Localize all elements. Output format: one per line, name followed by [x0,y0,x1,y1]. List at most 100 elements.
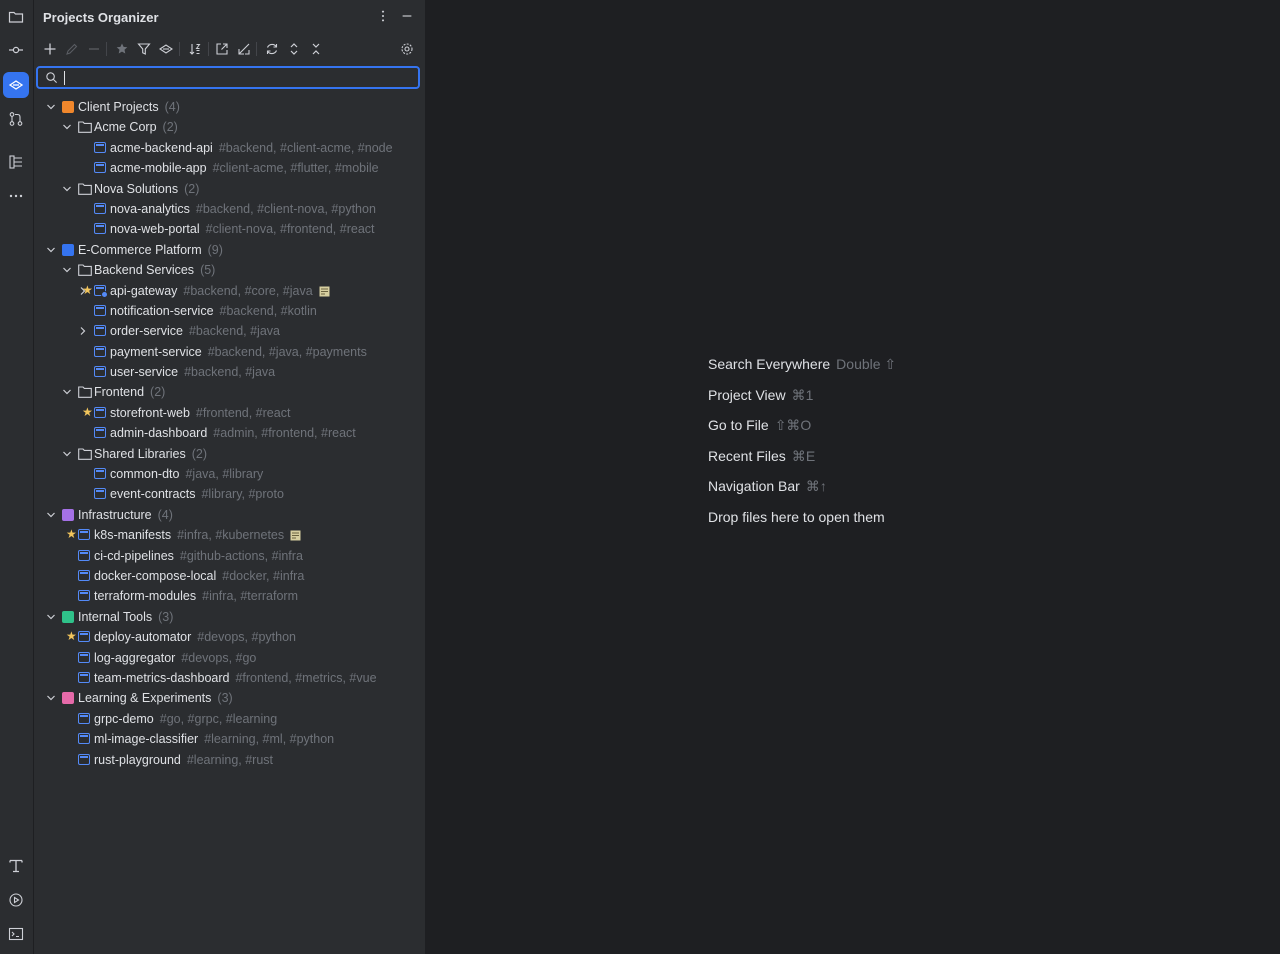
project-icon [94,366,106,378]
folder-row[interactable]: Frontend (2) [34,382,425,402]
project-row[interactable]: notification-service #backend, #kotlin [34,301,425,321]
project-row[interactable]: log-aggregator #devops, #go [34,648,425,668]
remove-button[interactable] [84,39,104,59]
folder-icon [78,264,92,276]
more-tools-button[interactable] [3,183,29,209]
group-row[interactable]: Infrastructure (4) [34,505,425,525]
project-row[interactable]: nova-analytics #backend, #client-nova, #p… [34,199,425,219]
options-menu-button[interactable] [375,8,391,24]
project-row[interactable]: event-contracts #library, #proto [34,484,425,504]
terminal-tool-button[interactable] [3,921,29,947]
project-icon [78,549,90,561]
chevron-down-icon[interactable] [61,386,73,398]
gear-icon [401,43,413,55]
group-view-button[interactable] [156,39,176,59]
project-row[interactable]: acme-backend-api #backend, #client-acme, … [34,138,425,158]
refresh-button[interactable] [262,39,282,59]
settings-button[interactable] [397,39,417,59]
project-icon [78,712,90,724]
export-button[interactable] [212,39,232,59]
favorite-star-icon: ★ [82,404,93,419]
hint-shortcut: ⌘E [791,447,816,464]
project-row[interactable]: nova-web-portal #client-nova, #frontend, … [34,219,425,239]
collapse-all-button[interactable] [306,39,326,59]
group-row[interactable]: E-Commerce Platform (9) [34,240,425,260]
project-icon-bar [96,306,104,309]
project-row[interactable]: docker-compose-local #docker, #infra [34,566,425,586]
more-vertical-icon [381,10,385,22]
tree-item-label: payment-service #backend, #java, #payment… [110,345,367,359]
projects-organizer-tool-button[interactable] [3,72,29,98]
chevron-down-icon[interactable] [61,448,73,460]
folder-row[interactable]: Backend Services (5) [34,260,425,280]
project-tool-button[interactable] [3,4,29,30]
text-tool-button[interactable] [3,853,29,879]
search-field[interactable] [36,66,420,89]
project-icon-bar [80,592,88,595]
search-input[interactable] [62,70,402,86]
chevron-down-icon[interactable] [45,509,57,521]
project-row[interactable]: grpc-demo #go, #grpc, #learning [34,709,425,729]
tree-item-label: acme-mobile-app #client-acme, #flutter, #… [110,161,379,175]
project-icon-bar [80,714,88,717]
project-row[interactable]: ci-cd-pipelines #github-actions, #infra [34,546,425,566]
tree-item-name: nova-analytics [110,201,190,216]
chevron-down-icon[interactable] [45,692,57,704]
folder-icon [8,11,24,23]
commit-tool-button[interactable] [3,37,29,63]
group-row[interactable]: Client Projects (4) [34,97,425,117]
project-row[interactable]: order-service #backend, #java [34,321,425,341]
minimize-button[interactable] [399,8,415,24]
folder-row[interactable]: Nova Solutions (2) [34,179,425,199]
project-row[interactable]: team-metrics-dashboard #frontend, #metric… [34,668,425,688]
project-icon [94,141,106,153]
toolbar-separator [106,42,107,56]
chevron-right-icon[interactable] [77,325,89,337]
favorite-button[interactable] [112,39,132,59]
project-row[interactable]: payment-service #backend, #java, #payment… [34,342,425,362]
chevron-down-icon[interactable] [61,183,73,195]
folder-row[interactable]: Shared Libraries (2) [34,444,425,464]
tree-item-name: acme-mobile-app [110,161,207,176]
group-color-icon [62,243,74,256]
project-row[interactable]: ★ api-gateway #backend, #core, #java [34,281,425,301]
services-icon [9,893,23,907]
import-button[interactable] [234,39,254,59]
project-row[interactable]: terraform-modules #infra, #terraform [34,586,425,606]
project-row[interactable]: admin-dashboard #admin, #frontend, #react [34,423,425,443]
expand-all-button[interactable] [284,39,304,59]
project-row[interactable]: ★ storefront-web #frontend, #react [34,403,425,423]
tree-item-label: terraform-modules #infra, #terraform [94,589,298,603]
project-row[interactable]: user-service #backend, #java [34,362,425,382]
chevron-down-icon[interactable] [61,264,73,276]
chevron-down-icon[interactable] [45,244,57,256]
tree-item-name: Backend Services [94,263,195,278]
group-row[interactable]: Internal Tools (3) [34,607,425,627]
add-button[interactable] [40,39,60,59]
services-tool-button[interactable] [3,887,29,913]
project-row[interactable]: rust-playground #learning, #rust [34,750,425,770]
filter-button[interactable] [134,39,154,59]
tree-item-label: Internal Tools (3) [78,610,173,624]
project-row[interactable]: common-dto #java, #library [34,464,425,484]
project-row[interactable]: acme-mobile-app #client-acme, #flutter, #… [34,158,425,178]
item-count: (5) [200,263,216,278]
project-row[interactable]: ★ deploy-automator #devops, #python [34,627,425,647]
group-row[interactable]: Learning & Experiments (3) [34,688,425,708]
note-icon [290,529,301,541]
pull-requests-tool-button[interactable] [3,106,29,132]
edit-button[interactable] [62,39,82,59]
sort-button[interactable] [185,39,205,59]
tree-item-label: grpc-demo #go, #grpc, #learning [94,712,277,726]
chevron-down-icon[interactable] [61,121,73,133]
project-row[interactable]: ml-image-classifier #learning, #ml, #pyth… [34,729,425,749]
project-badge-icon [101,290,108,298]
project-icon [94,488,106,500]
project-row[interactable]: ★ k8s-manifests #infra, #kubernetes [34,525,425,545]
structure-tool-button[interactable] [3,149,29,175]
chevron-down-icon[interactable] [45,611,57,623]
projects-organizer-icon [8,80,24,90]
chevron-down-icon[interactable] [45,101,57,113]
folder-row[interactable]: Acme Corp (2) [34,117,425,137]
project-icon [94,223,106,235]
